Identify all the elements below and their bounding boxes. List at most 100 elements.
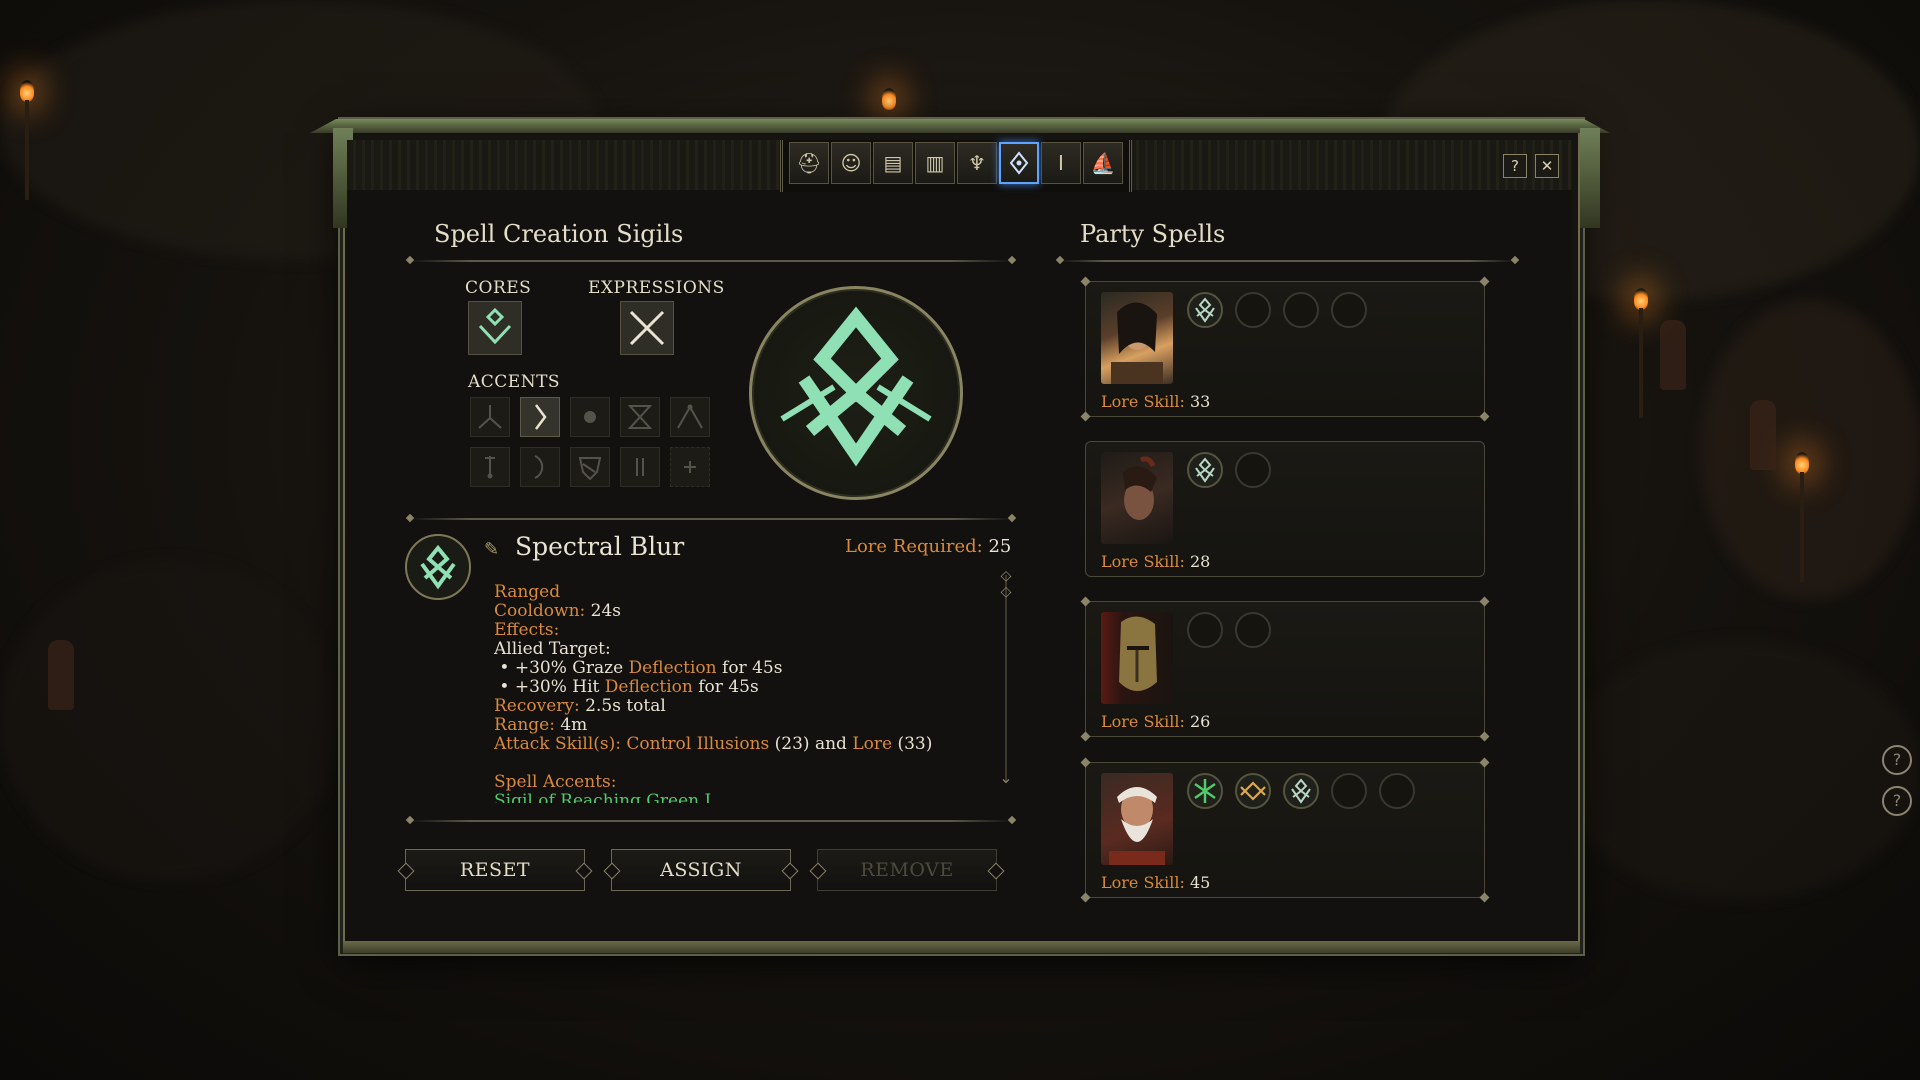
background-figure xyxy=(1750,400,1776,470)
core-sigil-icon xyxy=(478,307,512,345)
portrait-avatar xyxy=(1101,612,1173,704)
effect-bullet-1: • +30% Graze xyxy=(499,658,629,678)
spectral-blur-sigil-icon xyxy=(780,306,932,467)
portrait-avatar xyxy=(1101,773,1173,865)
spectral-blur-slot-icon xyxy=(1195,297,1215,323)
lore-skill: Lore Skill: 28 xyxy=(1101,552,1210,571)
help-icon[interactable]: ? xyxy=(1882,745,1912,775)
core-sigil-slot[interactable] xyxy=(468,301,522,355)
cores-label: CORES xyxy=(465,278,532,298)
accent-slot-peak[interactable] xyxy=(670,397,710,437)
effects-label: Effects: xyxy=(494,620,560,640)
expression-sigil-slot[interactable] xyxy=(620,301,674,355)
accent-slot-stake[interactable] xyxy=(470,447,510,487)
spectral-blur-slot-icon xyxy=(1195,457,1215,483)
shield-accent-icon xyxy=(578,457,602,481)
pillar-icon: Ι xyxy=(1058,151,1064,175)
party-member-card[interactable]: Lore Skill: 45 xyxy=(1080,757,1490,903)
lore-skill-label: Lore Skill: xyxy=(1101,552,1185,571)
bust-icon: ☺ xyxy=(840,151,862,175)
party-spell-slot-empty[interactable] xyxy=(1187,612,1223,648)
attack-skill-2-value: (33) xyxy=(897,734,933,754)
assign-button[interactable]: ASSIGN xyxy=(611,849,791,891)
effect-bullet-2: • +30% Hit xyxy=(499,677,605,697)
party-member-card[interactable]: Lore Skill: 26 xyxy=(1080,596,1490,742)
lore-skill-label: Lore Skill: xyxy=(1101,873,1185,892)
spell-icon xyxy=(405,534,471,600)
accent-slot-bars[interactable] xyxy=(620,447,660,487)
remove-button: REMOVE xyxy=(817,849,997,891)
accent-slot-fork[interactable] xyxy=(470,397,510,437)
arc-accent-icon xyxy=(534,455,544,479)
spectral-blur-slot-icon xyxy=(1291,778,1311,804)
party-spell-slot-empty[interactable] xyxy=(1235,292,1271,328)
party-spell-slot-empty[interactable] xyxy=(1379,773,1415,809)
hierarchy-icon: ▤ xyxy=(883,151,903,175)
lore-skill: Lore Skill: 26 xyxy=(1101,712,1210,731)
peak-accent-icon xyxy=(677,404,703,429)
range-label: Range: xyxy=(494,715,555,735)
recovery-value: 2.5s total xyxy=(585,696,666,716)
tab-ship[interactable]: ⛵ xyxy=(1083,142,1123,184)
window-top-trim xyxy=(310,119,1610,133)
lore-skill-label: Lore Skill: xyxy=(1101,712,1185,731)
lore-required-label: Lore Required: xyxy=(845,536,983,557)
expression-sigil-icon xyxy=(629,310,665,346)
reset-button[interactable]: RESET xyxy=(405,849,585,891)
deflection-link[interactable]: Deflection xyxy=(605,677,693,697)
tab-reputation[interactable]: ♆ xyxy=(957,142,997,184)
deflection-link[interactable]: Deflection xyxy=(629,658,717,678)
party-spell-slot[interactable] xyxy=(1235,773,1271,809)
lore-required: Lore Required: 25 xyxy=(845,536,1011,557)
lore-skill-value: 45 xyxy=(1189,873,1211,892)
scroll-down-arrow-icon[interactable]: ⌄ xyxy=(998,768,1014,787)
scroll-thumb[interactable]: ◇ ◇ xyxy=(999,568,1013,618)
lore-required-value: 25 xyxy=(988,536,1012,557)
lore-link[interactable]: Lore xyxy=(852,734,892,754)
party-member-card[interactable]: Lore Skill: 28 xyxy=(1085,441,1485,577)
accent-slot-hourglass[interactable] xyxy=(620,397,660,437)
cooldown-value: 24s xyxy=(590,601,622,621)
accent-slot-chevron[interactable] xyxy=(520,397,560,437)
tab-party-ai[interactable]: ▤ xyxy=(873,142,913,184)
fork-accent-icon xyxy=(478,405,502,429)
party-spell-slot[interactable] xyxy=(1283,773,1319,809)
accent-slot-empty[interactable] xyxy=(670,447,710,487)
close-button[interactable]: ✕ xyxy=(1535,154,1559,178)
divider xyxy=(1060,260,1515,262)
party-spell-slot[interactable] xyxy=(1187,292,1223,328)
spell-accent-entry[interactable]: Sigil of Reaching Green I xyxy=(494,791,711,804)
attack-skill-1-value: (23) xyxy=(774,734,810,754)
accent-slot-arc[interactable] xyxy=(520,447,560,487)
party-spell-slot-empty[interactable] xyxy=(1331,773,1367,809)
help-button[interactable]: ? xyxy=(1503,154,1527,178)
sigils-title: Spell Creation Sigils xyxy=(434,220,684,248)
control-illusions-link[interactable]: Control Illusions xyxy=(626,734,769,754)
accent-slot-shield[interactable] xyxy=(570,447,610,487)
party-spell-slot-empty[interactable] xyxy=(1235,612,1271,648)
spell-type: Ranged xyxy=(494,583,561,602)
spectral-blur-small-icon xyxy=(420,544,456,590)
stake-accent-icon xyxy=(485,456,495,479)
party-spell-slot[interactable] xyxy=(1187,773,1223,809)
tab-journal[interactable]: ▥ xyxy=(915,142,955,184)
spell-name: Spectral Blur xyxy=(515,532,685,561)
party-spell-slot[interactable] xyxy=(1187,452,1223,488)
tab-pillar[interactable]: Ι xyxy=(1041,142,1081,184)
party-spell-slot-empty[interactable] xyxy=(1235,452,1271,488)
tab-character[interactable]: ☺ xyxy=(831,142,871,184)
window-bottom-trim xyxy=(343,941,1580,953)
rename-pencil-icon[interactable]: ✎ xyxy=(484,539,499,560)
chalice-icon: ♆ xyxy=(968,151,986,175)
torch-flame xyxy=(20,80,34,102)
spell-accents-label: Spell Accents: xyxy=(494,772,617,792)
party-spell-slot-empty[interactable] xyxy=(1283,292,1319,328)
accent-slot-dot[interactable] xyxy=(570,397,610,437)
party-member-card[interactable]: Lore Skill: 33 xyxy=(1080,276,1490,422)
lore-skill-value: 26 xyxy=(1189,712,1211,731)
attack-skill-and: and xyxy=(814,734,847,754)
party-spell-slot-empty[interactable] xyxy=(1331,292,1367,328)
tab-grimoire[interactable] xyxy=(999,142,1039,184)
tab-inventory[interactable]: ⛑ xyxy=(789,142,829,184)
help-icon[interactable]: ? xyxy=(1882,786,1912,816)
